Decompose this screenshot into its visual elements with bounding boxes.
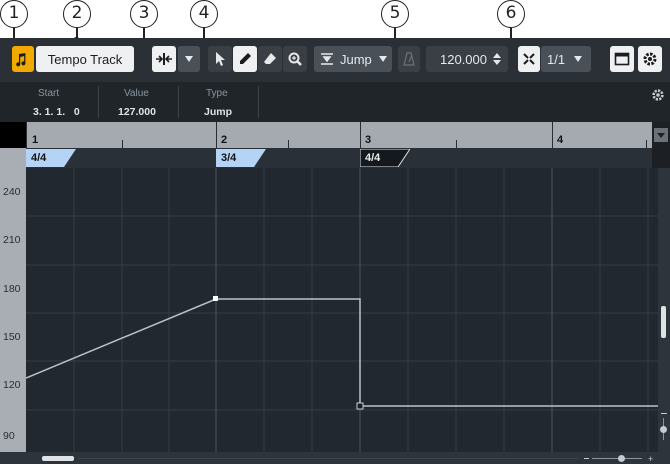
ruler-tick [552,122,553,148]
chevron-down-icon [574,56,583,62]
info-type-label: Type [206,88,228,99]
tempo-scale-label: 180 [3,283,21,295]
object-selection-tool-button[interactable] [208,46,232,72]
ruler-tick [646,140,647,148]
signature-1[interactable]: 4/4 [26,150,46,166]
tempo-scale-label: 150 [3,331,21,343]
eraser-icon [264,53,276,64]
gear-icon[interactable] [651,88,665,102]
ruler-bar-4: 4 [557,134,564,146]
ruler-tick [122,140,123,148]
tempo-value-field[interactable]: 120.000 [426,46,508,72]
window-icon [614,52,630,66]
window-layout-button[interactable] [610,46,634,72]
vertical-scroll-thumb[interactable] [661,306,666,338]
tempo-track-label: Tempo Track [36,46,134,72]
draw-tool-button[interactable] [233,46,257,72]
signature-3[interactable]: 4/4 [360,150,380,166]
ruler-corner [0,122,26,148]
tempo-scale-header [0,148,26,168]
ruler-tick [26,122,27,148]
info-start-value[interactable]: 3. 1. 1. 0 [33,106,80,118]
chevron-down-icon [657,133,665,138]
callout-6: 6 [497,0,525,28]
ruler-bar-2: 2 [221,134,228,146]
tempo-grid [26,168,658,452]
callout-4: 4 [190,0,218,28]
signature-track[interactable]: 4/4 3/4 4/4 [26,148,652,168]
curve-type-label: Jump [340,51,372,67]
info-value-value[interactable]: 127.000 [118,106,156,118]
callout-1: 1 [0,0,28,28]
ruler-bar-3: 3 [365,134,372,146]
quantize-dropdown[interactable]: 1/1 [541,46,591,72]
zoom-in-button[interactable]: + [648,455,653,464]
tempo-recording-button[interactable] [398,46,420,72]
insert-mode-button[interactable] [152,46,176,72]
toolbar: Tempo Track Jump 120.000 1/1 [0,38,670,82]
info-separator [258,86,259,118]
zoom-icon [288,52,302,66]
settings-button[interactable] [638,46,662,72]
jump-icon [321,53,333,65]
ruler-tick [216,122,217,148]
erase-tool-button[interactable] [258,46,282,72]
pencil-icon [240,53,251,64]
tempo-scale-label: 210 [3,234,21,246]
tempo-scale-label: 240 [3,186,21,198]
zoom-tool-button[interactable] [283,46,307,72]
tempo-note-icon [16,53,26,67]
ruler[interactable]: 1 2 3 4 [26,122,652,148]
insert-arrows-icon [156,53,172,65]
snap-icon [523,53,535,65]
vertical-zoom-minus[interactable] [661,413,667,414]
snap-toggle-button[interactable] [518,46,540,72]
metronome-icon [403,52,415,66]
tempo-scale-label: 120 [3,379,21,391]
chevron-down-icon [185,56,193,62]
tempo-curve[interactable] [26,298,658,407]
ruler-tick [456,140,457,148]
chevron-down-icon [378,56,387,62]
stepper-arrows-icon[interactable] [492,52,502,66]
ruler-bar-1: 1 [32,134,39,146]
info-separator [178,86,179,118]
callout-5: 5 [381,0,409,28]
tempo-event-point-selected[interactable] [356,402,364,410]
horizontal-zoom-thumb[interactable] [618,455,625,462]
ruler-tick [288,140,289,148]
horizontal-scroll-thumb[interactable] [42,456,74,461]
tempo-scale: 240 210 180 150 120 90 [0,168,26,452]
signature-2[interactable]: 3/4 [216,150,236,166]
callout-3: 3 [130,0,158,28]
info-type-value[interactable]: Jump [204,106,232,118]
horizontal-zoom-slider[interactable] [592,458,642,459]
pointer-icon [216,52,225,66]
tempo-curve-area[interactable] [26,168,658,452]
ruler-menu-button[interactable] [654,128,668,142]
tempo-scale-label: 90 [3,430,15,442]
callout-2: 2 [63,0,91,28]
vertical-zoom-thumb[interactable] [660,426,667,433]
insert-mode-dropdown[interactable] [178,46,200,72]
horizontal-scrollbar[interactable]: + [0,452,670,464]
tempo-track-editor: Tempo Track Jump 120.000 1/1 Start 3. 1.… [0,38,670,464]
info-separator [98,86,99,118]
zoom-out-button[interactable] [584,458,589,459]
quantize-label: 1/1 [547,51,566,67]
info-line: Start 3. 1. 1. 0 Value 127.000 Type Jump [0,82,670,122]
ruler-tick [360,122,361,148]
tempo-event-point[interactable] [213,296,218,301]
tempo-value: 120.000 [440,51,487,67]
info-start-label: Start [38,88,60,99]
vertical-scrollbar[interactable] [658,168,670,452]
horizontal-scroll-track [78,458,578,459]
gear-icon [643,52,657,66]
curve-type-dropdown[interactable]: Jump [314,46,392,72]
tempo-track-toggle-button[interactable] [12,46,34,72]
info-value-label: Value [124,88,149,99]
